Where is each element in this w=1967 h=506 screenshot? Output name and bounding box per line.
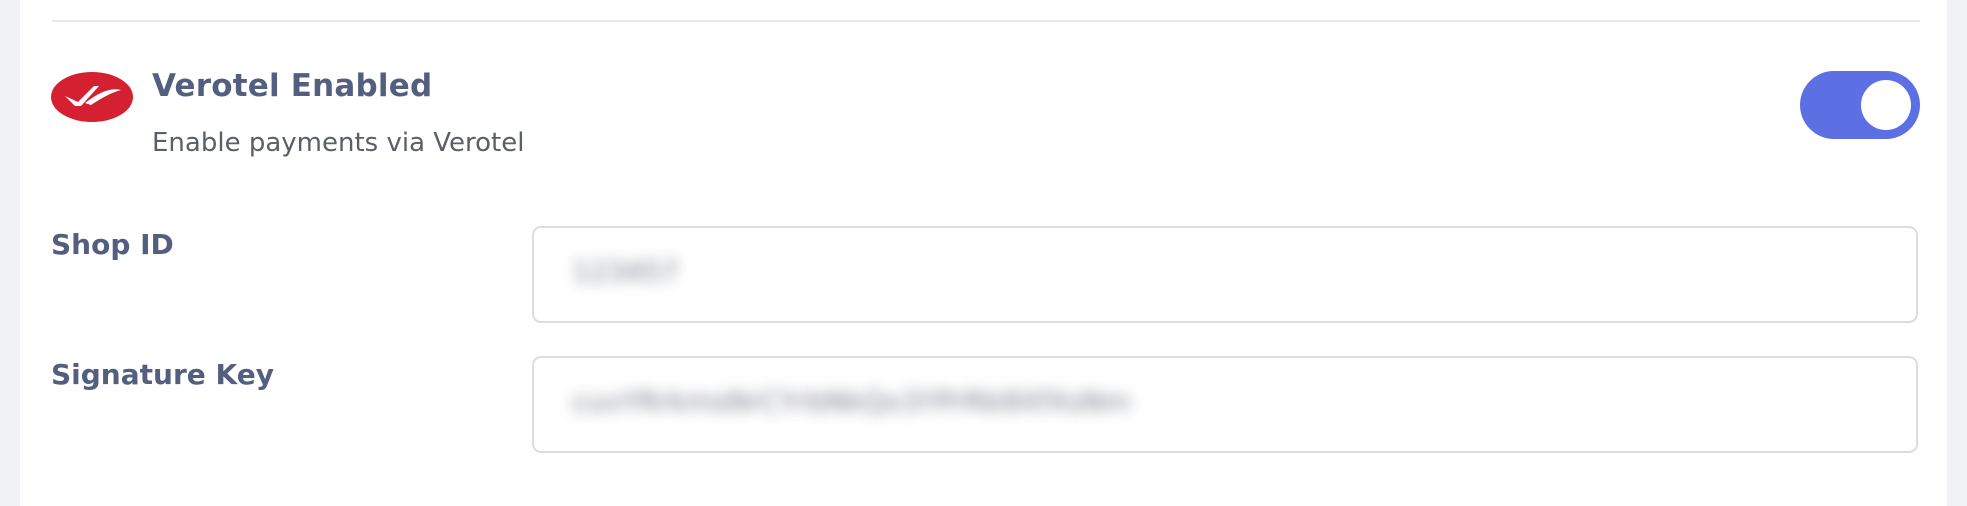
signature-key-input[interactable]: cuvYRrkmsNrCYrbNkQx3YPrRb9XfXsNm bbox=[532, 356, 1918, 453]
verotel-logo-icon bbox=[51, 72, 133, 122]
signature-key-value: cuvYRrkmsNrCYrbNkQx3YPrRb9XfXsNm bbox=[572, 385, 1131, 418]
shop-id-value: 123457 bbox=[572, 255, 679, 288]
toggle-knob bbox=[1861, 80, 1911, 130]
verotel-settings-card: Verotel Enabled Enable payments via Vero… bbox=[20, 0, 1947, 506]
gateway-title: Verotel Enabled bbox=[152, 68, 433, 104]
shop-id-label: Shop ID bbox=[51, 228, 174, 261]
gateway-subtitle: Enable payments via Verotel bbox=[152, 128, 525, 158]
section-divider bbox=[52, 20, 1920, 22]
verotel-enabled-toggle[interactable] bbox=[1800, 71, 1920, 139]
signature-key-label: Signature Key bbox=[51, 358, 274, 391]
shop-id-input[interactable]: 123457 bbox=[532, 226, 1918, 323]
